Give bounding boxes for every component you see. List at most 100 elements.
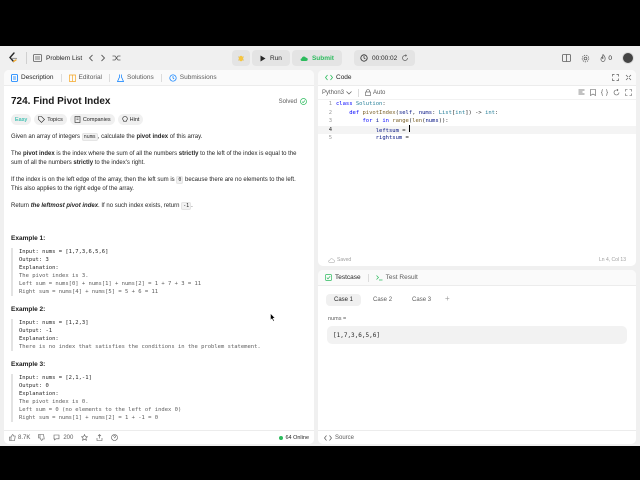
companies-button[interactable]: Companies [69, 114, 115, 125]
saved-status: Saved [328, 257, 351, 263]
description-paragraph-2: The pivot index is the index where the s… [11, 151, 297, 166]
lock-icon [365, 89, 371, 96]
reset-icon[interactable] [613, 89, 620, 96]
maximize-icon[interactable] [612, 74, 619, 81]
flame-icon [600, 54, 606, 62]
tab-testcase[interactable]: Testcase [322, 274, 364, 281]
tab-code[interactable]: Code [322, 74, 355, 81]
avatar[interactable] [622, 52, 634, 64]
tab-editorial[interactable]: Editorial [66, 74, 105, 82]
code-tabbar: Code [318, 70, 636, 86]
terminal-icon [375, 274, 383, 281]
code-panel: Code Python3 Auto 1 class Solution: 2 de… [318, 70, 636, 266]
input-variable-field[interactable]: [1,7,3,6,5,6] [327, 326, 627, 344]
align-icon[interactable] [578, 89, 585, 96]
saved-label: Saved [337, 257, 352, 263]
problem-description: 724. Find Pivot Index Solved Easy Topics… [4, 86, 314, 430]
points-counter[interactable]: 0 [600, 54, 612, 62]
auto-mode-toggle[interactable]: Auto [365, 89, 385, 96]
shuffle-icon[interactable] [112, 54, 121, 62]
case-1-tab[interactable]: Case 1 [326, 294, 362, 306]
star-icon[interactable] [81, 434, 89, 441]
text-cursor [408, 125, 410, 133]
code-brackets-icon [325, 74, 333, 81]
tab-submissions[interactable]: Submissions [166, 73, 220, 82]
fullscreen-icon[interactable] [625, 89, 632, 96]
tab-solutions[interactable]: Solutions [114, 74, 157, 82]
book-icon [68, 74, 76, 82]
tab-submissions-label: Submissions [179, 74, 217, 81]
clock-icon [360, 54, 368, 62]
help-icon[interactable] [111, 434, 119, 441]
case-2-tab[interactable]: Case 2 [365, 294, 400, 306]
document-icon [11, 73, 18, 82]
problem-tags: Easy Topics Companies Hint [11, 114, 307, 125]
prev-problem-icon[interactable] [88, 54, 94, 62]
reset-timer-icon[interactable] [401, 54, 409, 62]
example-2-title: Example 2: [11, 306, 46, 313]
code-editor[interactable]: 1 class Solution: 2 def pivotIndex(self, … [318, 100, 636, 248]
description-paragraph-4: Return the leftmost pivot index. If no s… [11, 202, 193, 210]
tab-test-result[interactable]: Test Result [373, 274, 421, 281]
description-footer: 8.7K 200 64 Online [4, 430, 314, 444]
timer-value: 00:00:02 [371, 54, 398, 62]
problem-title[interactable]: 724. Find Pivot Index [11, 96, 110, 107]
source-button[interactable]: Source [335, 435, 354, 441]
language-select[interactable]: Python3 [322, 90, 352, 96]
tab-editorial-label: Editorial [78, 74, 102, 81]
list-icon [33, 54, 42, 62]
example-1-block: Input: nums = [1,7,3,6,5,6] Output: 3 Ex… [11, 248, 307, 296]
collapse-icon[interactable] [625, 74, 632, 81]
check-circle-icon [300, 98, 307, 105]
history-icon [169, 73, 177, 82]
example-2-block: Input: nums = [1,2,3] Output: -1 Explana… [11, 319, 307, 351]
code-line: 1 class Solution: [328, 101, 386, 108]
language-label: Python3 [322, 89, 345, 96]
topics-button[interactable]: Topics [34, 114, 67, 125]
testcase-panel: Testcase Test Result Case 1 Case 2 Case … [318, 270, 636, 444]
comments-button[interactable]: 200 [53, 434, 73, 441]
run-button[interactable]: Run [252, 50, 290, 66]
source-code-icon [324, 434, 332, 441]
divider [109, 73, 110, 82]
description-paragraph-1: Given an array of integers nums, calcula… [11, 133, 203, 141]
tab-code-label: Code [336, 74, 352, 81]
thumbs-up-icon [9, 434, 16, 441]
auto-label: Auto [373, 89, 386, 96]
like-button[interactable]: 8.7K [9, 434, 30, 441]
cursor-position: Ln 4, Col 13 [599, 257, 626, 263]
case-tabs: Case 1 Case 2 Case 3 + [318, 286, 636, 306]
braces-icon[interactable] [601, 89, 608, 96]
companies-label: Companies [82, 116, 111, 123]
code-line: 2 def pivotIndex(self, nums: List[int]) … [328, 109, 499, 116]
problem-list-button[interactable]: Problem List [33, 54, 82, 62]
leetcode-app: Problem List Run Submit 00:00:02 0 Descr… [0, 46, 640, 446]
next-problem-icon[interactable] [100, 54, 106, 62]
add-case-icon[interactable]: + [443, 294, 452, 306]
share-icon[interactable] [96, 434, 103, 441]
bug-icon [237, 54, 245, 62]
likes-count: 8.7K [18, 434, 31, 441]
solved-label: Solved [278, 98, 297, 105]
case-3-tab[interactable]: Case 3 [404, 294, 439, 306]
timer[interactable]: 00:00:02 [353, 50, 416, 66]
topics-label: Topics [47, 116, 63, 123]
online-dot-icon [279, 435, 284, 440]
comments-count: 200 [63, 434, 74, 441]
leetcode-logo-icon[interactable] [6, 51, 20, 65]
tab-description[interactable]: Description [8, 73, 57, 82]
hint-button[interactable]: Hint [117, 114, 144, 125]
bookmark-icon[interactable] [590, 89, 596, 96]
code-panel-controls [612, 74, 632, 81]
example-3-block: Input: nums = [2,1,-1] Output: 0 Explana… [11, 374, 307, 422]
points-value: 0 [608, 54, 612, 62]
editor-toolbar: Python3 Auto [318, 86, 636, 100]
thumbs-down-icon[interactable] [38, 434, 45, 441]
divider [26, 52, 27, 64]
debug-button[interactable] [232, 50, 250, 66]
checkbox-icon [325, 274, 332, 281]
layout-icon[interactable] [562, 54, 572, 62]
settings-gear-icon[interactable] [581, 54, 590, 63]
submit-button[interactable]: Submit [291, 50, 342, 66]
online-count: 64 Online [285, 434, 309, 441]
